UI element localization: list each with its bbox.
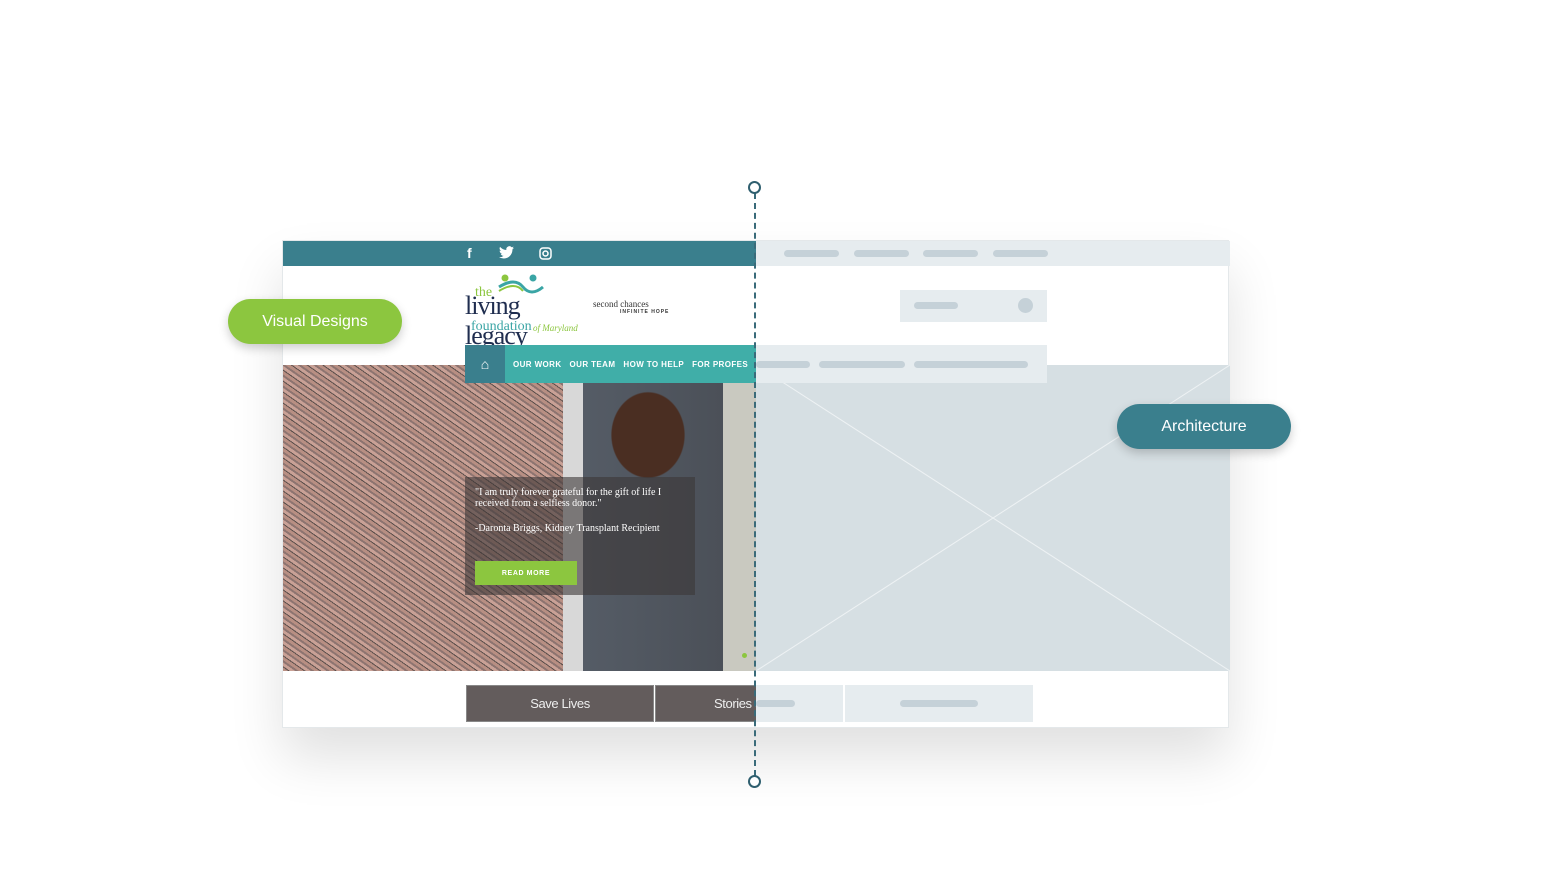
tagline: second chances (593, 299, 649, 309)
wire-bar (914, 302, 958, 309)
wireframe-half (755, 241, 1231, 729)
read-more-button[interactable]: READ MORE (475, 561, 577, 585)
carousel-dot[interactable] (742, 653, 747, 658)
social-bar: f (283, 241, 756, 266)
wire-bar (900, 700, 978, 707)
compare-divider[interactable] (754, 193, 756, 776)
wire-bar (854, 250, 909, 257)
facebook-icon[interactable]: f (467, 245, 472, 261)
nav-our-work[interactable]: OUR WORK (513, 360, 562, 369)
divider-handle-top[interactable] (748, 181, 761, 194)
quote-author: -Daronta Briggs, Kidney Transplant Recip… (475, 523, 660, 534)
save-lives-button[interactable]: Save Lives (466, 685, 654, 722)
wire-circle (1018, 298, 1033, 313)
nav-our-team[interactable]: OUR TEAM (570, 360, 616, 369)
wire-bar (923, 250, 978, 257)
wire-bar (756, 361, 810, 368)
visual-designs-label: Visual Designs (228, 299, 402, 344)
wire-bar (914, 361, 1028, 368)
wire-bar (819, 361, 905, 368)
tagline-sub: INFINITE HOPE (620, 309, 670, 315)
nav-for-professionals[interactable]: FOR PROFES (692, 360, 748, 369)
testimonial-box: "I am truly forever grateful for the gif… (465, 477, 695, 595)
logo[interactable]: the living legacy foundation of Maryland (465, 273, 585, 350)
architecture-label: Architecture (1117, 404, 1291, 449)
wire-bar (784, 250, 839, 257)
wire-bar (756, 700, 795, 707)
quote-text: "I am truly forever grateful for the gif… (475, 487, 662, 509)
nav-how-to-help[interactable]: HOW TO HELP (623, 360, 684, 369)
twitter-icon[interactable] (499, 246, 514, 259)
stories-button[interactable]: Stories o (655, 685, 756, 722)
main-nav: ⌂ OUR WORK OUR TEAM HOW TO HELP FOR PROF… (465, 345, 756, 383)
home-icon[interactable]: ⌂ (465, 345, 505, 383)
wire-bar (993, 250, 1048, 257)
instagram-icon[interactable] (539, 247, 552, 260)
divider-handle-bottom[interactable] (748, 775, 761, 788)
